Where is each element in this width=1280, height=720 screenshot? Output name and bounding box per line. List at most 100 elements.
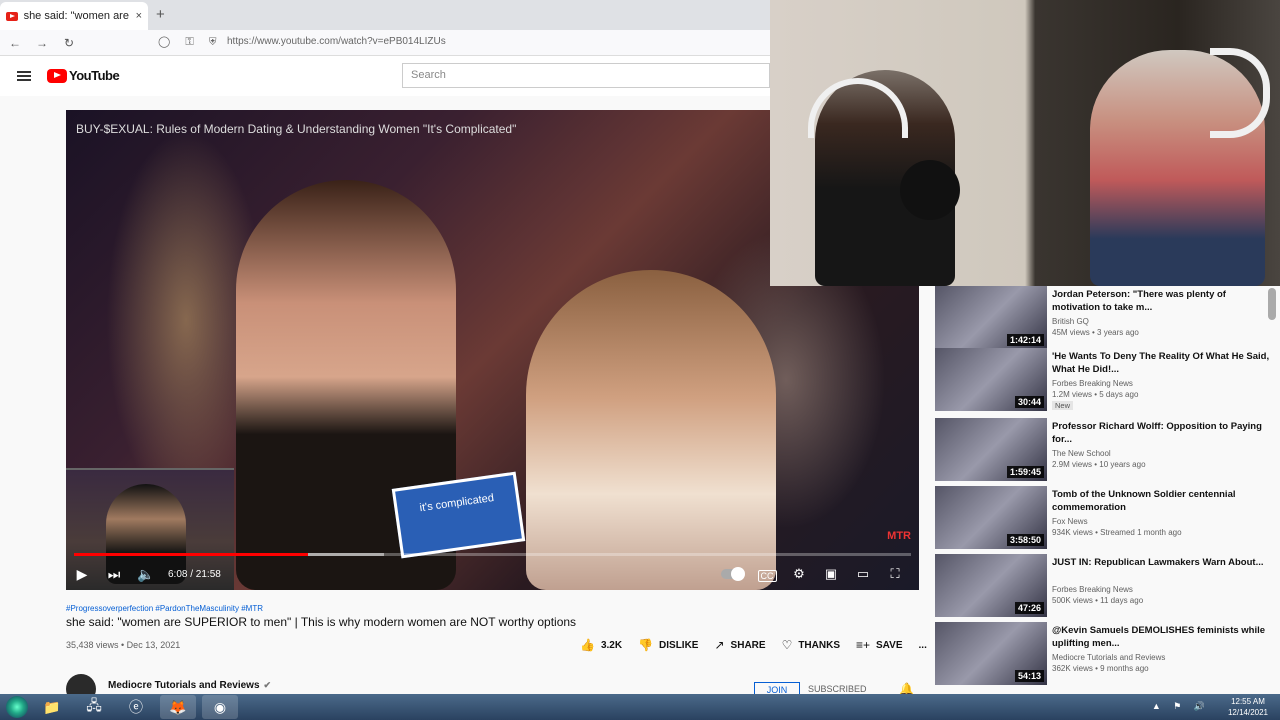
youtube-header: YouTube Search (0, 56, 770, 96)
captions-icon[interactable]: CC (751, 567, 783, 582)
video-hashtags[interactable]: #Progressoverperfection #PardonTheMascul… (66, 604, 263, 613)
obs-icon[interactable]: ◉ (202, 695, 238, 719)
video-overlay-title: BUY-$EXUAL: Rules of Modern Dating & Und… (76, 122, 517, 136)
browser-tab-bar: she said: "women are SUPERIOR × + (0, 0, 770, 30)
list-item[interactable]: 47:26 JUST IN: Republican Lawmakers Warn… (935, 554, 1275, 618)
thanks-button[interactable]: ♡ THANKS (782, 638, 840, 652)
address-bar[interactable]: https://www.youtube.com/watch?v=ePB014LI… (227, 36, 446, 47)
share-icon: ↗ (714, 638, 725, 652)
video-person-right (526, 270, 776, 590)
rec-meta: 500K views • 11 days ago (1052, 596, 1144, 605)
rec-channel[interactable]: British GQ (1052, 317, 1089, 326)
video-thumbnail[interactable]: 1:59:45 (935, 418, 1047, 481)
play-icon[interactable]: ▶ (66, 566, 98, 583)
rec-channel[interactable]: Forbes Breaking News (1052, 585, 1133, 594)
share-button[interactable]: ↗ SHARE (714, 638, 765, 652)
rec-title[interactable]: Tomb of the Unknown Soldier centennial c… (1052, 488, 1272, 514)
tab-title: she said: "women are SUPERIOR (23, 10, 130, 22)
video-thumbnail[interactable]: 54:13 (935, 622, 1047, 685)
rec-meta: 1.2M views • 5 days ago (1052, 390, 1139, 399)
save-button[interactable]: ≡+ SAVE (856, 638, 903, 652)
thumbs-up-icon: 👍 (580, 638, 595, 652)
rec-meta: 362K views • 9 months ago (1052, 664, 1149, 673)
rec-meta: 934K views • Streamed 1 month ago (1052, 528, 1182, 537)
channel-watermark: MTR (887, 530, 911, 542)
video-thumbnail[interactable]: 1:42:14 (935, 286, 1047, 349)
rec-title[interactable]: 'He Wants To Deny The Reality Of What He… (1052, 350, 1272, 376)
list-item[interactable]: 54:13 @Kevin Samuels DEMOLISHES feminist… (935, 622, 1275, 686)
like-button[interactable]: 👍 3.2K (580, 638, 622, 652)
webcam-overlay (770, 0, 1280, 286)
youtube-logo[interactable]: YouTube (47, 68, 120, 83)
rec-meta: 2.9M views • 10 years ago (1052, 460, 1146, 469)
more-actions-button[interactable]: ... (919, 638, 927, 652)
dislike-button[interactable]: 👎 DISLIKE (638, 638, 698, 652)
channel-row: Mediocre Tutorials and Reviews ✔ JOIN SUB… (66, 674, 914, 704)
thanks-icon: ♡ (781, 638, 793, 652)
new-tab-button[interactable]: + (156, 6, 165, 23)
miniplayer-icon[interactable]: ▣ (815, 566, 847, 582)
video-thumbnail[interactable]: 30:44 (935, 348, 1047, 411)
rec-channel[interactable]: Forbes Breaking News (1052, 379, 1133, 388)
rec-title[interactable]: Professor Richard Wolff: Opposition to P… (1052, 420, 1272, 446)
rec-title[interactable]: @Kevin Samuels DEMOLISHES feminists whil… (1052, 624, 1272, 650)
recommendations-list: 1:42:14 Jordan Peterson: "There was plen… (935, 286, 1280, 694)
start-button-icon[interactable] (6, 696, 28, 718)
video-title: she said: "women are SUPERIOR to men" | … (66, 615, 577, 629)
list-item[interactable]: 30:44 'He Wants To Deny The Reality Of W… (935, 348, 1275, 412)
youtube-play-icon (47, 68, 67, 83)
file-explorer-icon[interactable]: 📁 (34, 695, 70, 719)
search-input[interactable]: Search (402, 63, 770, 88)
internet-explorer-icon[interactable]: ⓔ (118, 695, 154, 719)
rec-meta: 45M views • 3 years ago (1052, 328, 1139, 337)
playlist-add-icon: ≡+ (856, 638, 871, 652)
video-actions: 👍 3.2K 👎 DISLIKE ↗ SHARE ♡ THANKS ≡+ SAVE ... (580, 638, 943, 652)
time-display: 6:08 / 21:58 (168, 568, 221, 580)
rec-channel[interactable]: Mediocre Tutorials and Reviews (1052, 653, 1165, 662)
progress-bar[interactable] (74, 553, 911, 556)
duration-badge: 47:26 (1014, 602, 1044, 614)
rec-title[interactable]: JUST IN: Republican Lawmakers Warn About… (1052, 556, 1272, 569)
autoplay-toggle[interactable] (721, 567, 745, 581)
channel-name[interactable]: Mediocre Tutorials and Reviews ✔ (108, 680, 271, 691)
clock[interactable]: 12:55 AM 12/14/2021 (1228, 696, 1268, 718)
forward-button[interactable]: → (30, 36, 54, 50)
video-views-date: 35,438 views • Dec 13, 2021 (66, 640, 181, 650)
firefox-icon[interactable]: 🦊 (160, 695, 196, 719)
duration-badge: 54:13 (1014, 670, 1044, 682)
list-item[interactable]: 1:59:45 Professor Richard Wolff: Opposit… (935, 418, 1275, 482)
rec-channel[interactable]: Fox News (1052, 517, 1088, 526)
verified-icon: ✔ (263, 680, 272, 690)
security-icons: ◯ ⚿ ⛨ (158, 36, 223, 48)
theater-mode-icon[interactable]: ▭ (847, 566, 879, 582)
settings-gear-icon[interactable]: ⚙ (783, 566, 815, 582)
hamburger-menu-icon[interactable] (17, 71, 31, 81)
system-tray-icons[interactable]: ▲ ⚑ 🔊 (1152, 701, 1210, 712)
fullscreen-icon[interactable]: ⛶ (879, 566, 911, 582)
microphone-icon (900, 160, 960, 220)
next-icon[interactable]: ⏭ (98, 566, 130, 583)
video-thumbnail[interactable]: 3:58:50 (935, 486, 1047, 549)
back-button[interactable]: ← (3, 36, 27, 50)
volume-icon[interactable]: 🔈 (130, 566, 162, 583)
browser-tab[interactable]: she said: "women are SUPERIOR × (0, 2, 148, 30)
network-icon[interactable]: 🖧 (76, 695, 112, 719)
video-thumbnail[interactable]: 47:26 (935, 554, 1047, 617)
list-item[interactable]: 1:42:14 Jordan Peterson: "There was plen… (935, 286, 1275, 350)
reload-button[interactable]: ↻ (57, 36, 81, 50)
list-item[interactable]: 3:58:50 Tomb of the Unknown Soldier cent… (935, 486, 1275, 550)
scrollbar[interactable] (1268, 288, 1276, 320)
duration-badge: 3:58:50 (1006, 534, 1044, 546)
rec-channel[interactable]: The New School (1052, 449, 1111, 458)
youtube-favicon-icon (6, 11, 18, 21)
windows-taskbar: 📁 🖧 ⓔ 🦊 ◉ ▲ ⚑ 🔊 12:55 AM 12/14/2021 (0, 694, 1280, 720)
duration-badge: 1:59:45 (1006, 466, 1044, 478)
player-controls: ▶ ⏭ 🔈 6:08 / 21:58 CC ⚙ ▣ ▭ ⛶ (66, 558, 919, 590)
subscribed-button[interactable]: SUBSCRIBED (808, 684, 867, 694)
duration-badge: 1:42:14 (1006, 334, 1044, 346)
rec-title[interactable]: Jordan Peterson: "There was plenty of mo… (1052, 288, 1272, 314)
thumbs-down-icon: 👎 (638, 638, 654, 652)
close-tab-icon[interactable]: × (136, 10, 142, 22)
youtube-logo-text: YouTube (69, 68, 120, 83)
played-bar (74, 553, 309, 556)
